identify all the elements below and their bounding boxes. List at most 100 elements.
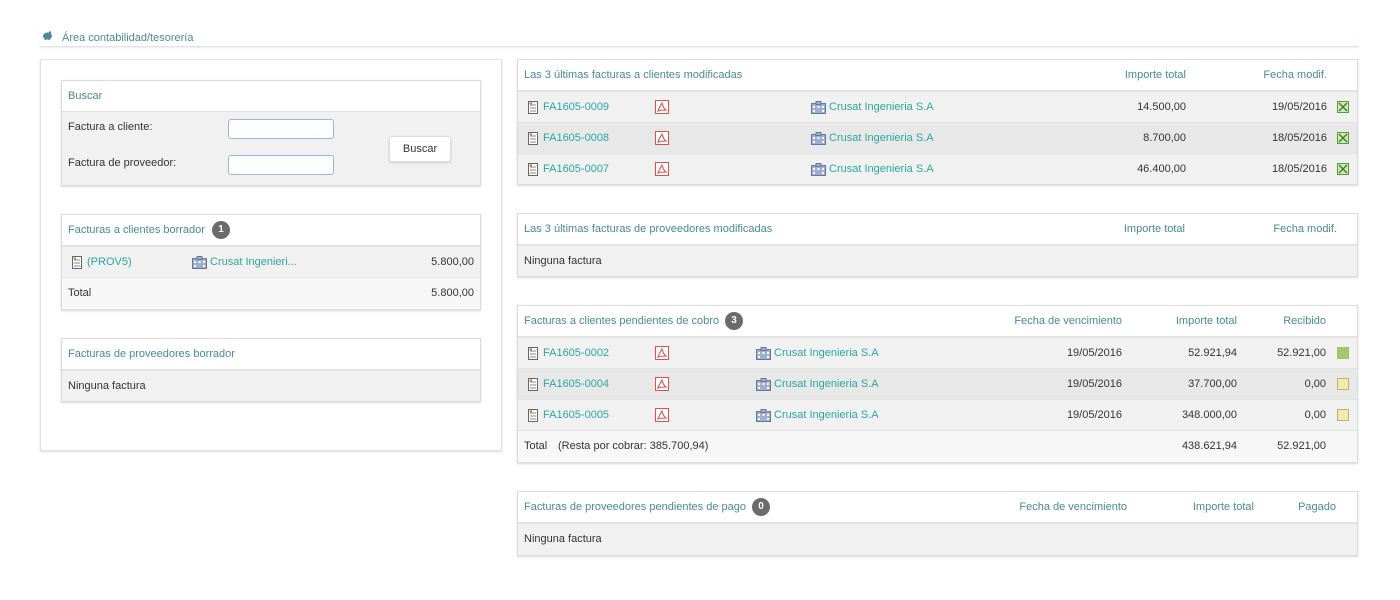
invoice-document-icon[interactable] — [528, 132, 538, 145]
amount: 37.700,00 — [1188, 378, 1237, 390]
invoice-link[interactable]: FA1605-0005 — [543, 400, 609, 430]
total-label: Total — [524, 440, 548, 452]
count-badge: 1 — [212, 221, 230, 239]
pending-client-invoices-box: Facturas a clientes pendientes de cobro … — [517, 305, 1358, 463]
amount: 5.800,00 — [431, 256, 474, 268]
company-building-icon — [756, 409, 771, 422]
draft-supplier-invoices-box: Facturas de proveedores borrador Ninguna… — [61, 338, 481, 402]
page-title: Área contabilidad/tesorería — [62, 32, 194, 44]
amount: 348.000,00 — [1181, 409, 1237, 421]
amount: 46.400,00 — [1137, 163, 1186, 175]
remaining-note: (Resta por cobrar: 385.700,94) — [558, 440, 709, 452]
invoice-document-icon[interactable] — [72, 256, 82, 269]
draft-client-invoices-title: Facturas a clientes borrador 1 — [62, 215, 480, 246]
column-header-date: Fecha modif. — [1263, 69, 1327, 81]
last-client-invoices-header: Las 3 últimas facturas a clientes modifi… — [518, 60, 1357, 91]
column-header-due-date: Fecha de vencimiento — [1019, 501, 1127, 513]
search-box-title: Buscar — [62, 81, 480, 112]
last-client-invoices-box: Las 3 últimas facturas a clientes modifi… — [517, 59, 1358, 185]
breadcrumb-header: Área contabilidad/tesorería — [40, 26, 1358, 47]
received-amount: 0,00 — [1304, 409, 1326, 421]
pdf-icon[interactable] — [655, 100, 669, 114]
column-header-paid: Pagado — [1298, 501, 1336, 513]
count-badge: 0 — [752, 498, 770, 516]
company-building-icon — [192, 256, 207, 269]
piggy-bank-icon — [42, 31, 52, 40]
column-header-amount: Importe total — [1175, 315, 1237, 327]
pending-supplier-invoices-box: Facturas de proveedores pendientes de pa… — [517, 491, 1358, 556]
total-row: Total (Resta por cobrar: 385.700,94) 438… — [518, 430, 1357, 461]
pdf-icon[interactable] — [655, 131, 669, 145]
due-date: 19/05/2016 — [1066, 378, 1122, 390]
invoice-link[interactable]: FA1605-0002 — [543, 338, 609, 368]
modified-date: 18/05/2016 — [1271, 163, 1327, 175]
company-building-icon — [756, 347, 771, 360]
payment-status-icon — [1337, 378, 1349, 390]
invoice-link[interactable]: (PROV5) — [87, 247, 132, 277]
table-row: FA1605-0004 Crusat Ingenieria S.A 19/05/20… — [518, 368, 1357, 399]
company-link[interactable]: Crusat Ingenieria S.A — [829, 123, 934, 153]
company-building-icon — [811, 101, 826, 114]
company-building-icon — [756, 378, 771, 391]
table-row: FA1605-0009 Crusat Ingenieria S.A 14.500,0… — [518, 91, 1357, 122]
invoice-document-icon[interactable] — [528, 101, 538, 114]
column-header-amount: Importe total — [1123, 223, 1185, 235]
company-building-icon — [811, 163, 826, 176]
column-header-due-date: Fecha de vencimiento — [1014, 315, 1122, 327]
client-invoice-input[interactable] — [228, 119, 334, 139]
section-title: Facturas a clientes pendientes de cobro — [524, 315, 720, 327]
amount: 52.921,94 — [1188, 347, 1237, 359]
table-row: FA1605-0007 Crusat Ingenieria S.A 46.400,0… — [518, 153, 1357, 184]
invoice-document-icon[interactable] — [528, 347, 538, 360]
search-box: Buscar Factura a cliente: Factura de pro… — [61, 80, 481, 186]
last-supplier-invoices-box: Las 3 últimas facturas de proveedores mo… — [517, 213, 1358, 277]
company-link[interactable]: Crusat Ingenieria S.A — [829, 92, 934, 122]
draft-client-invoices-box: Facturas a clientes borrador 1 (PROV5) C… — [61, 214, 481, 310]
last-supplier-invoices-header: Las 3 últimas facturas de proveedores mo… — [518, 214, 1357, 245]
pending-client-invoices-header: Facturas a clientes pendientes de cobro … — [518, 306, 1357, 337]
pending-supplier-invoices-header: Facturas de proveedores pendientes de pa… — [518, 492, 1357, 523]
pdf-icon[interactable] — [655, 377, 669, 391]
table-row: FA1605-0005 Crusat Ingenieria S.A 19/05/20… — [518, 399, 1357, 430]
client-invoice-label: Factura a cliente: — [68, 121, 153, 133]
received-amount: 52.921,00 — [1277, 347, 1326, 359]
company-link[interactable]: Crusat Ingenieria S.A — [774, 369, 879, 399]
pdf-icon[interactable] — [655, 162, 669, 176]
due-date: 19/05/2016 — [1066, 347, 1122, 359]
search-button[interactable]: Buscar — [389, 136, 451, 162]
left-panel: Buscar Factura a cliente: Factura de pro… — [40, 59, 502, 451]
invoice-document-icon[interactable] — [528, 378, 538, 391]
search-form: Factura a cliente: Factura de proveedor:… — [62, 112, 480, 185]
empty-row: Ninguna factura — [62, 370, 480, 401]
supplier-invoice-input[interactable] — [228, 155, 334, 175]
invoice-document-icon[interactable] — [528, 163, 538, 176]
modified-date: 18/05/2016 — [1271, 132, 1327, 144]
invoice-link[interactable]: FA1605-0004 — [543, 369, 609, 399]
amount: 8.700,00 — [1143, 132, 1186, 144]
company-link[interactable]: Crusat Ingenieria S.A — [774, 338, 879, 368]
modified-date: 19/05/2016 — [1271, 101, 1327, 113]
payment-status-icon — [1337, 409, 1349, 421]
status-check-icon — [1337, 132, 1349, 144]
section-title: Las 3 últimas facturas a clientes modifi… — [524, 69, 743, 81]
empty-row: Ninguna factura — [518, 245, 1357, 276]
received-amount: 0,00 — [1304, 378, 1326, 390]
pdf-icon[interactable] — [655, 408, 669, 422]
draft-supplier-invoices-title: Facturas de proveedores borrador — [62, 339, 480, 370]
invoice-link[interactable]: FA1605-0009 — [543, 92, 609, 122]
table-row: FA1605-0002 Crusat Ingenieria S.A 19/05/20… — [518, 337, 1357, 368]
table-row: (PROV5) Crusat Ingenieri... 5.800,00 — [62, 246, 480, 277]
count-badge: 3 — [725, 312, 743, 330]
company-link[interactable]: Crusat Ingenieria S.A — [829, 154, 934, 184]
company-link[interactable]: Crusat Ingenieria S.A — [774, 400, 879, 430]
invoice-link[interactable]: FA1605-0007 — [543, 154, 609, 184]
column-header-received: Recibido — [1283, 315, 1326, 327]
invoice-document-icon[interactable] — [528, 409, 538, 422]
pdf-icon[interactable] — [655, 346, 669, 360]
status-check-icon — [1337, 101, 1349, 113]
invoice-link[interactable]: FA1605-0008 — [543, 123, 609, 153]
column-header-date: Fecha modif. — [1273, 223, 1337, 235]
due-date: 19/05/2016 — [1066, 409, 1122, 421]
company-link[interactable]: Crusat Ingenieri... — [210, 247, 297, 277]
total-amount: 438.621,94 — [1181, 440, 1237, 452]
